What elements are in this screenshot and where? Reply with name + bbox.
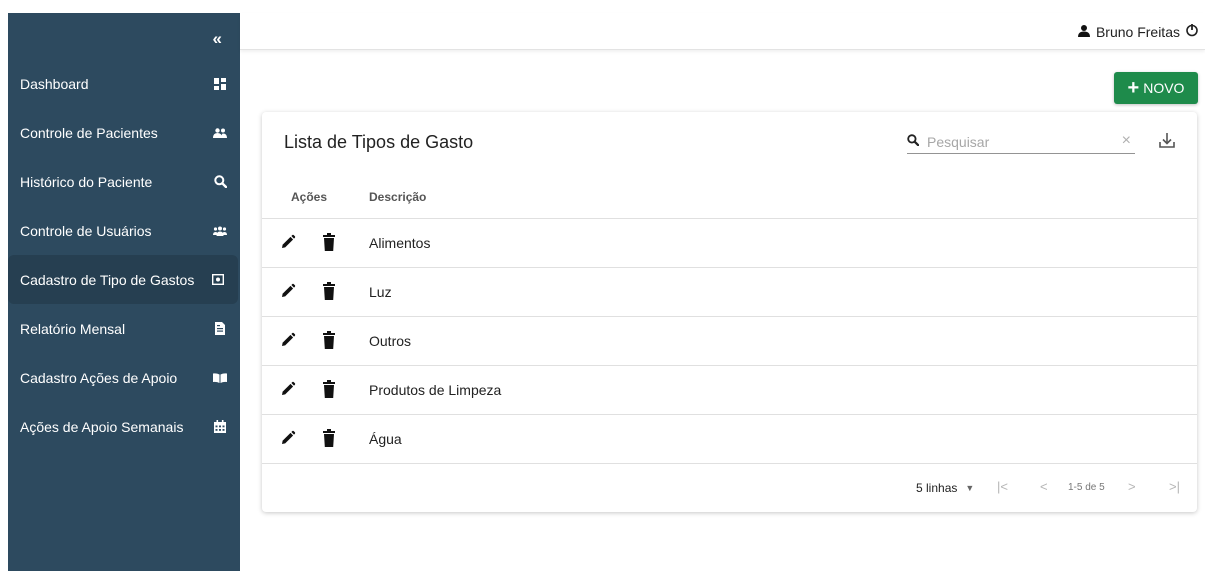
new-button[interactable]: + NOVO bbox=[1114, 72, 1198, 104]
plus-icon: + bbox=[1127, 77, 1140, 99]
row-description: Alimentos bbox=[369, 235, 431, 251]
money-icon bbox=[210, 272, 226, 288]
delete-icon[interactable] bbox=[323, 282, 335, 305]
rows-per-page-value: 5 linhas bbox=[916, 481, 958, 495]
edit-icon[interactable] bbox=[280, 332, 296, 353]
sidebar-item-controle-usuarios[interactable]: Controle de Usuários bbox=[8, 206, 240, 255]
delete-icon[interactable] bbox=[323, 380, 335, 403]
sidebar-item-acoes-apoio-semanais[interactable]: Ações de Apoio Semanais bbox=[8, 402, 240, 451]
delete-icon[interactable] bbox=[323, 429, 335, 452]
edit-icon[interactable] bbox=[280, 234, 296, 255]
sidebar: « Dashboard Controle de Pacientes Histór… bbox=[8, 13, 240, 571]
sidebar-item-historico-paciente[interactable]: Histórico do Paciente bbox=[8, 157, 240, 206]
new-button-label: NOVO bbox=[1143, 80, 1185, 96]
table-header: Ações Descrição bbox=[262, 172, 1197, 219]
sidebar-item-label: Controle de Pacientes bbox=[20, 124, 158, 141]
clear-search-button[interactable]: × bbox=[1122, 132, 1131, 150]
collapse-sidebar-button[interactable]: « bbox=[213, 29, 222, 49]
column-header-acoes: Ações bbox=[291, 190, 328, 204]
prev-page-button[interactable]: < bbox=[1040, 479, 1048, 494]
sidebar-nav: Dashboard Controle de Pacientes Históric… bbox=[8, 59, 240, 451]
users-cog-icon bbox=[212, 223, 228, 239]
sidebar-item-cadastro-acoes-apoio[interactable]: Cadastro Ações de Apoio bbox=[8, 353, 240, 402]
edit-icon[interactable] bbox=[280, 283, 296, 304]
sidebar-item-cadastro-tipo-gastos[interactable]: Cadastro de Tipo de Gastos bbox=[8, 255, 238, 304]
sidebar-item-label: Dashboard bbox=[20, 75, 89, 92]
user-name: Bruno Freitas bbox=[1095, 23, 1180, 40]
edit-icon[interactable] bbox=[280, 430, 296, 451]
last-page-button[interactable]: >| bbox=[1169, 479, 1180, 494]
calendar-icon bbox=[212, 419, 228, 435]
table-row: Luz bbox=[262, 268, 1197, 317]
app-root: « Dashboard Controle de Pacientes Histór… bbox=[0, 0, 1205, 571]
row-description: Água bbox=[369, 431, 402, 447]
sidebar-item-relatorio-mensal[interactable]: Relatório Mensal bbox=[8, 304, 240, 353]
table-row: Alimentos bbox=[262, 219, 1197, 268]
table-row: Produtos de Limpeza bbox=[262, 366, 1197, 415]
power-icon[interactable] bbox=[1185, 23, 1205, 40]
row-description: Luz bbox=[369, 284, 392, 300]
expense-types-table-card: Lista de Tipos de Gasto × Ações Descriçã… bbox=[262, 112, 1197, 512]
book-open-icon bbox=[212, 370, 228, 386]
column-header-descricao[interactable]: Descrição bbox=[369, 190, 426, 204]
search-input[interactable] bbox=[927, 133, 1107, 150]
table-title: Lista de Tipos de Gasto bbox=[284, 132, 474, 152]
row-description: Outros bbox=[369, 333, 412, 349]
delete-icon[interactable] bbox=[323, 233, 335, 256]
delete-icon[interactable] bbox=[323, 331, 335, 354]
row-description: Produtos de Limpeza bbox=[369, 382, 502, 398]
users-icon bbox=[212, 125, 228, 141]
export-icon[interactable] bbox=[1158, 131, 1176, 154]
user-menu[interactable]: Bruno Freitas bbox=[1077, 23, 1205, 40]
table-row: Água bbox=[262, 415, 1197, 464]
caret-down-icon: ▼ bbox=[965, 483, 975, 493]
first-page-button[interactable]: |< bbox=[997, 479, 1008, 494]
edit-icon[interactable] bbox=[280, 381, 296, 402]
sidebar-item-label: Ações de Apoio Semanais bbox=[20, 418, 184, 435]
sidebar-item-label: Histórico do Paciente bbox=[20, 173, 153, 190]
table-row: Outros bbox=[262, 317, 1197, 366]
sidebar-item-dashboard[interactable]: Dashboard bbox=[8, 59, 240, 108]
sidebar-item-label: Cadastro de Tipo de Gastos bbox=[20, 271, 195, 288]
sidebar-item-label: Cadastro Ações de Apoio bbox=[20, 369, 178, 386]
page-range: 1-5 de 5 bbox=[1068, 482, 1105, 493]
sidebar-item-label: Controle de Usuários bbox=[20, 222, 152, 239]
top-bar: Bruno Freitas bbox=[240, 13, 1205, 50]
file-report-icon bbox=[212, 321, 228, 337]
search-icon bbox=[212, 174, 228, 190]
sidebar-item-controle-pacientes[interactable]: Controle de Pacientes bbox=[8, 108, 240, 157]
search-icon bbox=[907, 133, 920, 151]
sidebar-item-label: Relatório Mensal bbox=[20, 320, 126, 337]
next-page-button[interactable]: > bbox=[1128, 479, 1136, 494]
user-icon bbox=[1077, 24, 1096, 40]
pagination: 5 linhas ▼ |< < 1-5 de 5 > >| bbox=[262, 465, 1197, 512]
dashboard-icon bbox=[212, 76, 228, 92]
rows-per-page-select[interactable]: 5 linhas ▼ bbox=[916, 481, 974, 495]
search-field: × bbox=[907, 130, 1135, 154]
